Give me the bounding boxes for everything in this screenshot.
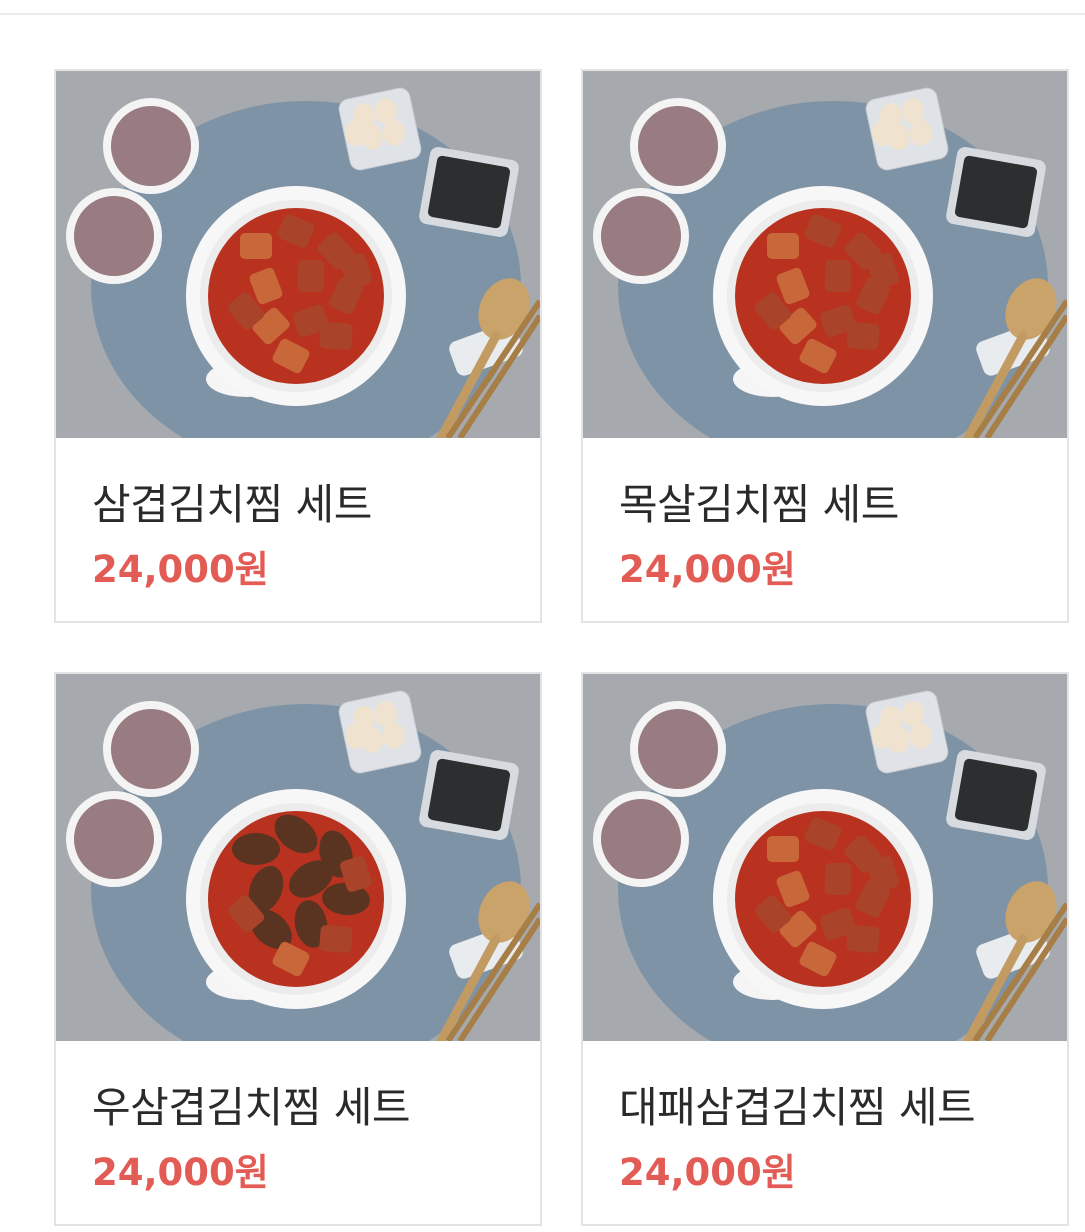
product-card[interactable]: 우삼겹김치찜 세트 24,000원 (54, 672, 542, 1226)
product-price: 24,000원 (92, 1151, 269, 1194)
rice-bowl (593, 791, 689, 887)
product-card[interactable]: 목살김치찜 세트 24,000원 (581, 69, 1069, 623)
product-grid: 삼겹김치찜 세트 24,000원 목살김치찜 세트 24,000원 우삼겹김치찜… (0, 0, 1085, 1232)
rice-bowl (630, 98, 726, 194)
product-photo[interactable] (583, 674, 1067, 1041)
kimchi-jjim-bowl (186, 789, 406, 1009)
rice-bowl (593, 188, 689, 284)
product-card[interactable]: 삼겹김치찜 세트 24,000원 (54, 69, 542, 623)
seaweed-pack (419, 147, 519, 237)
quail-eggs (865, 87, 949, 171)
kimchi-jjim-bowl (713, 789, 933, 1009)
seaweed-pack (946, 147, 1046, 237)
product-card[interactable]: 대패삼겹김치찜 세트 24,000원 (581, 672, 1069, 1226)
rice-bowl (66, 791, 162, 887)
rice-bowl (630, 701, 726, 797)
seaweed-pack (946, 750, 1046, 840)
rice-bowl (66, 188, 162, 284)
product-title[interactable]: 목살김치찜 세트 (619, 471, 899, 532)
product-price: 24,000원 (619, 1151, 796, 1194)
product-price: 24,000원 (92, 548, 269, 591)
product-title[interactable]: 대패삼겹김치찜 세트 (619, 1074, 976, 1135)
product-title[interactable]: 삼겹김치찜 세트 (92, 471, 372, 532)
product-photo[interactable] (56, 71, 540, 438)
seaweed-pack (419, 750, 519, 840)
rice-bowl (103, 701, 199, 797)
product-price: 24,000원 (619, 548, 796, 591)
product-title[interactable]: 우삼겹김치찜 세트 (92, 1074, 410, 1135)
kimchi-jjim-bowl (186, 186, 406, 406)
quail-eggs (338, 690, 422, 774)
kimchi-jjim-bowl (713, 186, 933, 406)
product-photo[interactable] (583, 71, 1067, 438)
quail-eggs (865, 690, 949, 774)
product-photo[interactable] (56, 674, 540, 1041)
quail-eggs (338, 87, 422, 171)
rice-bowl (103, 98, 199, 194)
